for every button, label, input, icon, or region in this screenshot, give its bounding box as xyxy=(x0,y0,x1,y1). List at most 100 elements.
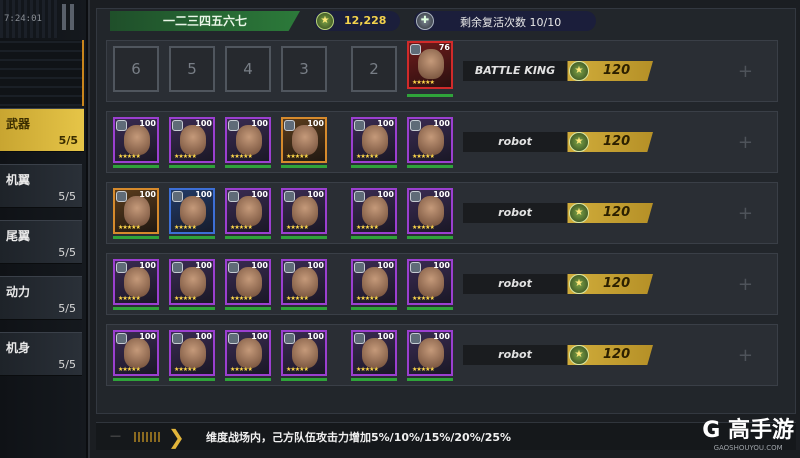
hp-bar xyxy=(225,236,271,239)
empty-slot[interactable]: 2 xyxy=(351,46,397,92)
hero-portrait xyxy=(236,196,262,226)
chevron-right-icon[interactable]: ❯ xyxy=(168,425,185,449)
hp-bar xyxy=(281,236,327,239)
hp-bar xyxy=(281,378,327,381)
hero-card[interactable]: 100 ★★★★★ xyxy=(225,117,271,163)
hero-level: 100 xyxy=(139,190,156,199)
hero-card[interactable]: 100 ★★★★★ xyxy=(407,330,453,376)
hp-bar xyxy=(225,378,271,381)
class-icon xyxy=(116,191,127,202)
hero-portrait xyxy=(292,196,318,226)
hero-card[interactable]: 100 ★★★★★ xyxy=(169,117,215,163)
pause-icon[interactable] xyxy=(62,4,76,30)
hero-card[interactable]: 100 ★★★★★ xyxy=(351,188,397,234)
hero-level: 100 xyxy=(195,332,212,341)
hero-portrait xyxy=(236,267,262,297)
hero-card[interactable]: 100 ★★★★★ xyxy=(407,117,453,163)
hero-card[interactable]: 100 ★★★★★ xyxy=(281,259,327,305)
hero-card[interactable]: 100 ★★★★★ xyxy=(225,259,271,305)
revive-counter: ✚ 剩余复活次数 10/10 xyxy=(414,11,596,31)
class-icon xyxy=(410,120,421,131)
hero-card[interactable]: 100 ★★★★★ xyxy=(113,330,159,376)
hero-card[interactable]: 100 ★★★★★ xyxy=(113,188,159,234)
clock: 7:24:01 xyxy=(4,14,42,24)
class-icon xyxy=(172,191,183,202)
hero-card[interactable]: 100 ★★★★★ xyxy=(113,117,159,163)
hero-level: 100 xyxy=(139,332,156,341)
tab-wing[interactable]: 机翼 5/5 xyxy=(0,164,82,208)
class-icon xyxy=(284,120,295,131)
class-icon xyxy=(172,120,183,131)
star-rating: ★★★★★ xyxy=(174,153,197,160)
hero-card[interactable]: 100 ★★★★★ xyxy=(169,259,215,305)
hero-level: 100 xyxy=(251,190,268,199)
star-rating: ★★★★★ xyxy=(412,366,435,373)
star-rating: ★★★★★ xyxy=(174,366,197,373)
star-rating: ★★★★★ xyxy=(412,295,435,302)
hero-level: 100 xyxy=(251,332,268,341)
class-icon xyxy=(172,262,183,273)
star-rating: ★★★★★ xyxy=(412,153,435,160)
tab-power[interactable]: 动力 5/5 xyxy=(0,276,82,320)
add-icon[interactable]: + xyxy=(738,345,753,366)
tab-count: 5/5 xyxy=(58,190,76,203)
hero-card[interactable]: 100 ★★★★★ xyxy=(351,259,397,305)
hp-bar xyxy=(351,165,397,168)
hero-card[interactable]: 100 ★★★★★ xyxy=(281,188,327,234)
add-icon[interactable]: + xyxy=(738,274,753,295)
add-icon[interactable]: + xyxy=(738,132,753,153)
add-icon[interactable]: + xyxy=(738,61,753,82)
hero-card[interactable]: 100 ★★★★★ xyxy=(169,330,215,376)
sidebar: 7:24:01 武器 5/5 机翼 5/5 尾翼 5/5 动力 5/5 机身 5… xyxy=(0,0,86,458)
tab-count: 5/5 xyxy=(58,358,76,371)
hero-card[interactable]: 100 ★★★★★ xyxy=(113,259,159,305)
empty-slot[interactable]: 5 xyxy=(169,46,215,92)
hero-card[interactable]: 100 ★★★★★ xyxy=(281,117,327,163)
tab-tail[interactable]: 尾翼 5/5 xyxy=(0,220,82,264)
hp-bar xyxy=(351,236,397,239)
hero-card[interactable]: 100 ★★★★★ xyxy=(225,188,271,234)
hero-portrait xyxy=(180,125,206,155)
hero-portrait xyxy=(362,267,388,297)
class-icon xyxy=(354,262,365,273)
class-icon xyxy=(410,191,421,202)
hero-card[interactable]: 100 ★★★★★ xyxy=(407,188,453,234)
empty-slot[interactable]: 3 xyxy=(281,46,327,92)
hero-portrait xyxy=(362,338,388,368)
tab-label: 动力 xyxy=(6,285,31,299)
hero-card[interactable]: 100 ★★★★★ xyxy=(407,259,453,305)
star-rating: ★★★★★ xyxy=(230,295,253,302)
hero-portrait xyxy=(418,196,444,226)
hp-bar xyxy=(407,94,453,97)
tab-weapon[interactable]: 武器 5/5 xyxy=(0,108,84,152)
tab-body[interactable]: 机身 5/5 xyxy=(0,332,82,376)
coin-counter: ★ 12,228 xyxy=(314,11,400,31)
star-coin-icon: ★ xyxy=(569,132,589,152)
hero-card[interactable]: 100 ★★★★★ xyxy=(351,117,397,163)
hero-card[interactable]: 100 ★★★★★ xyxy=(281,330,327,376)
class-icon xyxy=(228,120,239,131)
divider: — xyxy=(110,429,121,442)
hp-bar xyxy=(351,307,397,310)
team-row: 100 ★★★★★ 100 ★★★★★ 100 ★★★★★ 100 ★★★★★ 100 ★… xyxy=(106,324,778,386)
hero-card[interactable]: 100 ★★★★★ xyxy=(225,330,271,376)
hero-card[interactable]: 100 ★★★★★ xyxy=(351,330,397,376)
star-rating: ★★★★★ xyxy=(412,79,435,86)
empty-slot[interactable]: 6 xyxy=(113,46,159,92)
add-icon[interactable]: + xyxy=(738,203,753,224)
enemy-name: robot xyxy=(498,348,532,361)
hero-portrait xyxy=(292,338,318,368)
enemy-label: robot ★ 120 xyxy=(463,203,653,223)
empty-slot[interactable]: 4 xyxy=(225,46,271,92)
watermark: G 高手游 GAOSHOUYOU.COM xyxy=(702,412,794,452)
hp-bar xyxy=(407,165,453,168)
star-rating: ★★★★★ xyxy=(118,295,141,302)
team-name: 一二三四五六七 xyxy=(110,11,300,31)
enemy-cost: 120 xyxy=(603,63,631,78)
hero-level: 100 xyxy=(307,261,324,270)
hero-card[interactable]: 76 ★★★★★ xyxy=(407,41,453,89)
class-icon xyxy=(284,333,295,344)
hero-card[interactable]: 100 ★★★★★ xyxy=(169,188,215,234)
hero-portrait xyxy=(418,125,444,155)
star-rating: ★★★★★ xyxy=(230,224,253,231)
